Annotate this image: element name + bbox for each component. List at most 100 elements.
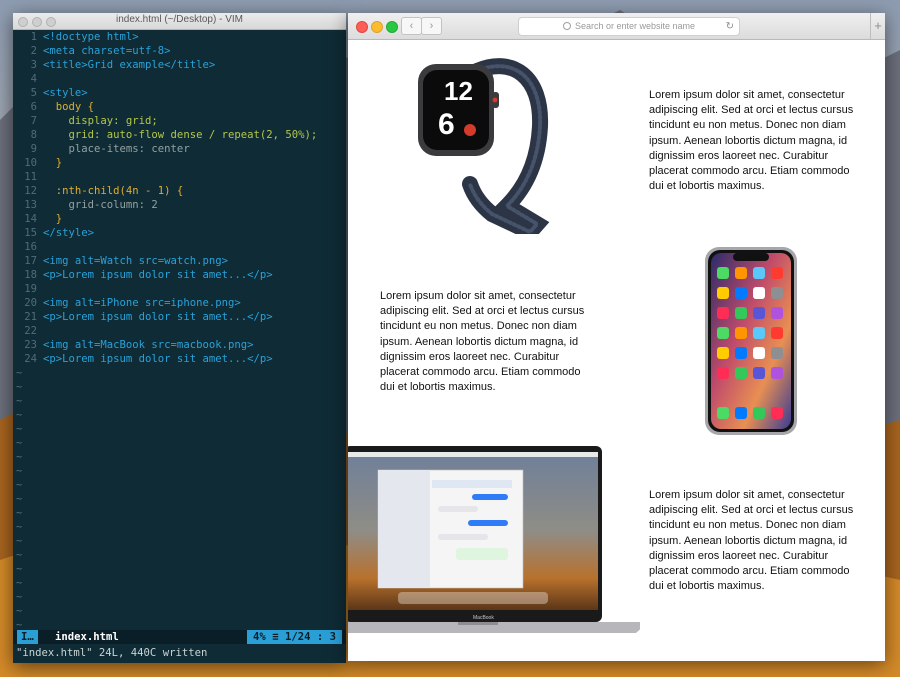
app-icon — [717, 347, 729, 359]
code-text: <p>Lorem ipsum dolor sit amet...</p> — [43, 311, 273, 323]
code-text: <p>Lorem ipsum dolor sit amet...</p> — [43, 269, 273, 281]
status-column: 3 — [329, 631, 336, 643]
macbook-image: MacBook — [348, 446, 640, 633]
app-icon — [735, 287, 747, 299]
code-text: <img alt=MacBook src=macbook.png> — [43, 339, 254, 351]
app-icon — [771, 367, 783, 379]
address-bar[interactable]: Search or enter website name ↻ — [518, 17, 740, 36]
vim-titlebar[interactable]: index.html (~/Desktop) - VIM — [13, 13, 346, 30]
line-number: 23 — [24, 339, 37, 351]
app-icon — [717, 327, 729, 339]
minimize-button[interactable] — [371, 21, 383, 33]
line-number: 15 — [24, 227, 37, 239]
macbook-label: MacBook — [473, 615, 494, 621]
app-icon — [753, 307, 765, 319]
watch-face-date: 6 — [438, 108, 455, 141]
code-text: <img alt=Watch src=watch.png> — [43, 255, 228, 267]
status-line: 1/24 — [284, 631, 311, 643]
line-number: 9 — [30, 143, 37, 155]
line-number: 4 — [30, 73, 37, 85]
app-icon — [753, 347, 765, 359]
app-icon — [771, 327, 783, 339]
paragraph-macbook: Lorem ipsum dolor sit amet, consectetur … — [649, 489, 854, 593]
code-text: } — [43, 157, 63, 169]
line-number: 19 — [24, 283, 37, 295]
mode-indicator: I… — [17, 630, 38, 644]
iphone-image — [705, 247, 797, 435]
line-number: 18 — [24, 269, 37, 281]
app-icon — [753, 367, 765, 379]
app-icon — [771, 347, 783, 359]
code-text: <meta charset=utf-8> — [43, 45, 171, 57]
app-icon — [717, 287, 729, 299]
app-icon — [771, 287, 783, 299]
line-number: 3 — [30, 59, 37, 71]
code-text: place-items: center — [43, 143, 190, 155]
vim-statusline: I… index.html 4% ≡ 1/24 : 3 — [13, 630, 346, 644]
watch-image: 12 6 — [418, 58, 550, 234]
line-number: 5 — [30, 87, 37, 99]
app-icon — [753, 327, 765, 339]
code-text: <title>Grid example</title> — [43, 59, 216, 71]
dock-icon — [735, 407, 747, 419]
line-number: 20 — [24, 297, 37, 309]
code-text: <p>Lorem ipsum dolor sit amet...</p> — [43, 353, 273, 365]
app-icon — [735, 347, 747, 359]
code-text: grid: auto-flow dense / repeat(2, 50%); — [43, 129, 318, 141]
address-placeholder: Search or enter website name — [575, 21, 696, 31]
back-button[interactable]: ‹ — [401, 17, 422, 35]
code-text: grid-column: 2 — [43, 199, 158, 211]
new-tab-button[interactable]: + — [870, 13, 885, 39]
code-text: body { — [43, 101, 95, 113]
line-number: 17 — [24, 255, 37, 267]
line-number: 14 — [24, 213, 37, 225]
status-percent: 4% — [253, 631, 266, 643]
safari-toolbar: ‹ › Search or enter website name ↻ + — [348, 13, 885, 40]
app-icon — [717, 267, 729, 279]
code-text: <img alt=iPhone src=iphone.png> — [43, 297, 241, 309]
line-number: 22 — [24, 325, 37, 337]
zoom-button[interactable] — [386, 21, 398, 33]
code-text: } — [43, 213, 63, 225]
line-number: 11 — [24, 171, 37, 183]
line-number: 10 — [24, 157, 37, 169]
code-text: display: grid; — [43, 115, 158, 127]
app-icon — [735, 307, 747, 319]
app-icon — [753, 267, 765, 279]
app-icon — [717, 367, 729, 379]
code-text: :nth-child(4n - 1) { — [43, 185, 184, 197]
dock-icon — [717, 407, 729, 419]
close-button[interactable] — [356, 21, 368, 33]
app-icon — [735, 267, 747, 279]
safari-window[interactable]: ‹ › Search or enter website name ↻ + 12 … — [348, 13, 885, 661]
code-text: <style> — [43, 87, 88, 99]
code-text: </style> — [43, 227, 95, 239]
forward-button[interactable]: › — [421, 17, 442, 35]
app-icon — [717, 307, 729, 319]
line-number: 6 — [30, 101, 37, 113]
app-icon — [753, 287, 765, 299]
search-icon — [563, 22, 571, 30]
paragraph-watch: Lorem ipsum dolor sit amet, consectetur … — [649, 89, 854, 193]
line-number: 2 — [30, 45, 37, 57]
vim-window[interactable]: index.html (~/Desktop) - VIM 1 <!doctype … — [13, 13, 346, 663]
vim-command-line[interactable]: "index.html" 24L, 440C written — [13, 645, 349, 661]
app-icon — [735, 367, 747, 379]
app-icon — [771, 267, 783, 279]
status-filename: index.html — [55, 631, 119, 643]
vim-editor[interactable]: 1 <!doctype html> 2 <meta charset=utf-8> 3… — [13, 30, 346, 642]
paragraph-iphone: Lorem ipsum dolor sit amet, consectetur … — [380, 290, 585, 394]
reload-icon[interactable]: ↻ — [726, 18, 734, 35]
line-number: 8 — [30, 129, 37, 141]
line-number: 16 — [24, 241, 37, 253]
app-icon — [735, 327, 747, 339]
line-number: 12 — [24, 185, 37, 197]
line-number: 24 — [24, 353, 37, 365]
status-position: 4% ≡ 1/24 : 3 — [247, 630, 342, 644]
vim-window-title: index.html (~/Desktop) - VIM — [116, 14, 243, 25]
dock-icon — [753, 407, 765, 419]
line-number: 21 — [24, 311, 37, 323]
dock-icon — [771, 407, 783, 419]
watch-face-number: 12 — [444, 76, 473, 106]
app-icon — [771, 307, 783, 319]
